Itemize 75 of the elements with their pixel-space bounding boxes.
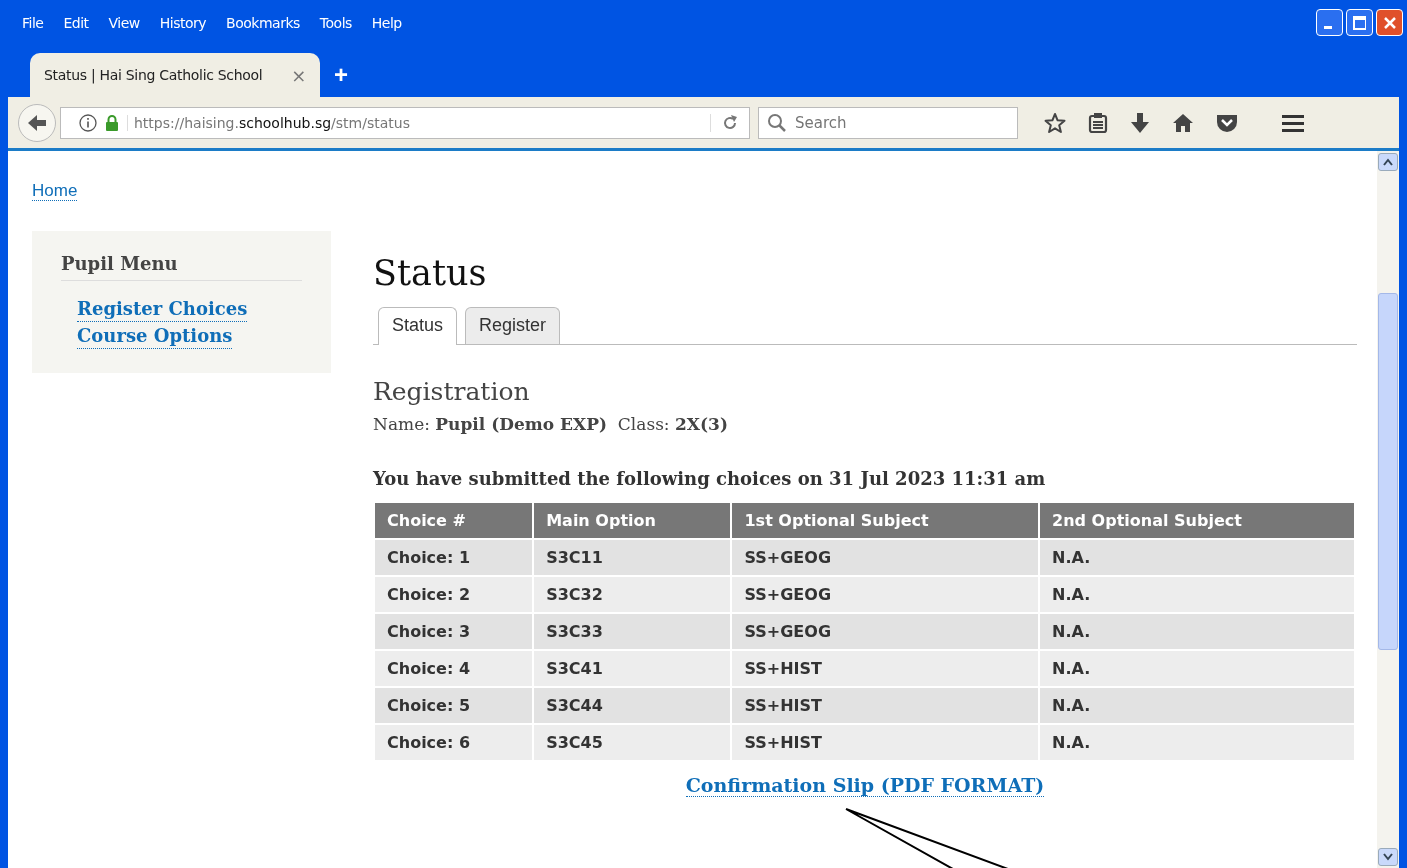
- menu-item[interactable]: Help: [361, 14, 412, 31]
- browser-tab[interactable]: Status | Hai Sing Catholic School ×: [30, 53, 320, 97]
- table-cell: Choice: 4: [375, 651, 533, 686]
- minimize-button[interactable]: [1316, 9, 1343, 36]
- search-field[interactable]: Search: [758, 106, 1018, 139]
- table-cell: SS+HIST: [732, 651, 1039, 686]
- search-input[interactable]: Search: [793, 112, 997, 133]
- sidebar-title: Pupil Menu: [61, 253, 302, 281]
- table-cell: S3C32: [534, 577, 731, 612]
- back-button[interactable]: [18, 103, 56, 142]
- close-button[interactable]: [1376, 9, 1403, 36]
- scroll-up-button[interactable]: [1378, 153, 1398, 171]
- clipboard-list-icon[interactable]: [1088, 111, 1108, 134]
- minimize-icon: [1323, 25, 1332, 29]
- table-cell: Choice: 6: [375, 725, 533, 760]
- confirmation-slip-link[interactable]: Confirmation Slip (PDF FORMAT): [685, 774, 1045, 797]
- close-icon: [1383, 15, 1396, 30]
- sidebar-link[interactable]: Course Options: [77, 324, 233, 349]
- submission-note: You have submitted the following choices on 31 Jul 2023 11:31 am: [373, 468, 1047, 489]
- breadcrumb-link[interactable]: Home: [32, 181, 78, 201]
- section-title: Registration: [373, 377, 531, 406]
- table-cell: S3C44: [534, 688, 731, 723]
- column-header: Choice #: [375, 503, 533, 538]
- table-cell: S3C33: [534, 614, 731, 649]
- sidebar-link[interactable]: Register Choices: [77, 297, 248, 322]
- info-icon[interactable]: [79, 113, 97, 132]
- table-cell: N.A.: [1040, 651, 1354, 686]
- menu-item[interactable]: View: [98, 14, 150, 31]
- down-caret-icon: [1383, 853, 1393, 861]
- search-icon: [767, 112, 787, 133]
- table-cell: Choice: 3: [375, 614, 533, 649]
- address-bar[interactable]: https://haising.schoolhub.sg/stm/status: [60, 106, 750, 139]
- table-cell: N.A.: [1040, 577, 1354, 612]
- table-cell: N.A.: [1040, 725, 1354, 760]
- tab[interactable]: Register: [465, 307, 561, 344]
- back-arrow-icon: [26, 112, 48, 133]
- tab-close-button[interactable]: ×: [291, 64, 306, 86]
- table-cell: SS+GEOG: [732, 577, 1039, 612]
- table-cell: S3C45: [534, 725, 731, 760]
- menu-item[interactable]: Tools: [309, 14, 362, 31]
- table-cell: S3C41: [534, 651, 731, 686]
- table-cell: N.A.: [1040, 688, 1354, 723]
- menu-item[interactable]: File: [12, 14, 54, 31]
- menu-item[interactable]: Bookmarks: [216, 14, 310, 31]
- star-icon[interactable]: [1044, 111, 1066, 134]
- table-cell: N.A.: [1040, 614, 1354, 649]
- table-cell: SS+HIST: [732, 725, 1039, 760]
- up-caret-icon: [1383, 158, 1393, 166]
- new-tab-button[interactable]: +: [334, 61, 348, 89]
- pupil-info: Name: Pupil (Demo EXP) Class: 2X(3): [373, 414, 729, 434]
- table-cell: Choice: 1: [375, 540, 533, 575]
- home-icon[interactable]: [1172, 112, 1194, 133]
- table-cell: SS+HIST: [732, 688, 1039, 723]
- table-cell: Choice: 2: [375, 577, 533, 612]
- padlock-icon: [105, 114, 119, 131]
- download-icon[interactable]: [1130, 111, 1150, 134]
- page-title: Status: [373, 253, 488, 293]
- menu-item[interactable]: Edit: [53, 14, 99, 31]
- scrollbar-thumb[interactable]: [1378, 293, 1398, 650]
- scroll-down-button[interactable]: [1378, 848, 1398, 866]
- table-cell: SS+GEOG: [732, 614, 1039, 649]
- menu-icon[interactable]: [1282, 113, 1304, 132]
- table-cell: S3C11: [534, 540, 731, 575]
- column-header: 2nd Optional Subject: [1040, 503, 1354, 538]
- table-cell: Choice: 5: [375, 688, 533, 723]
- table-cell: N.A.: [1040, 540, 1354, 575]
- maximize-icon: [1353, 15, 1366, 30]
- column-header: Main Option: [534, 503, 731, 538]
- column-header: 1st Optional Subject: [732, 503, 1039, 538]
- maximize-button[interactable]: [1346, 9, 1373, 36]
- tab-title: Status | Hai Sing Catholic School: [44, 67, 264, 83]
- table-cell: SS+GEOG: [732, 540, 1039, 575]
- tab[interactable]: Status: [378, 307, 458, 345]
- url-text: https://haising.schoolhub.sg/stm/status: [127, 114, 702, 131]
- menu-item[interactable]: History: [149, 14, 217, 31]
